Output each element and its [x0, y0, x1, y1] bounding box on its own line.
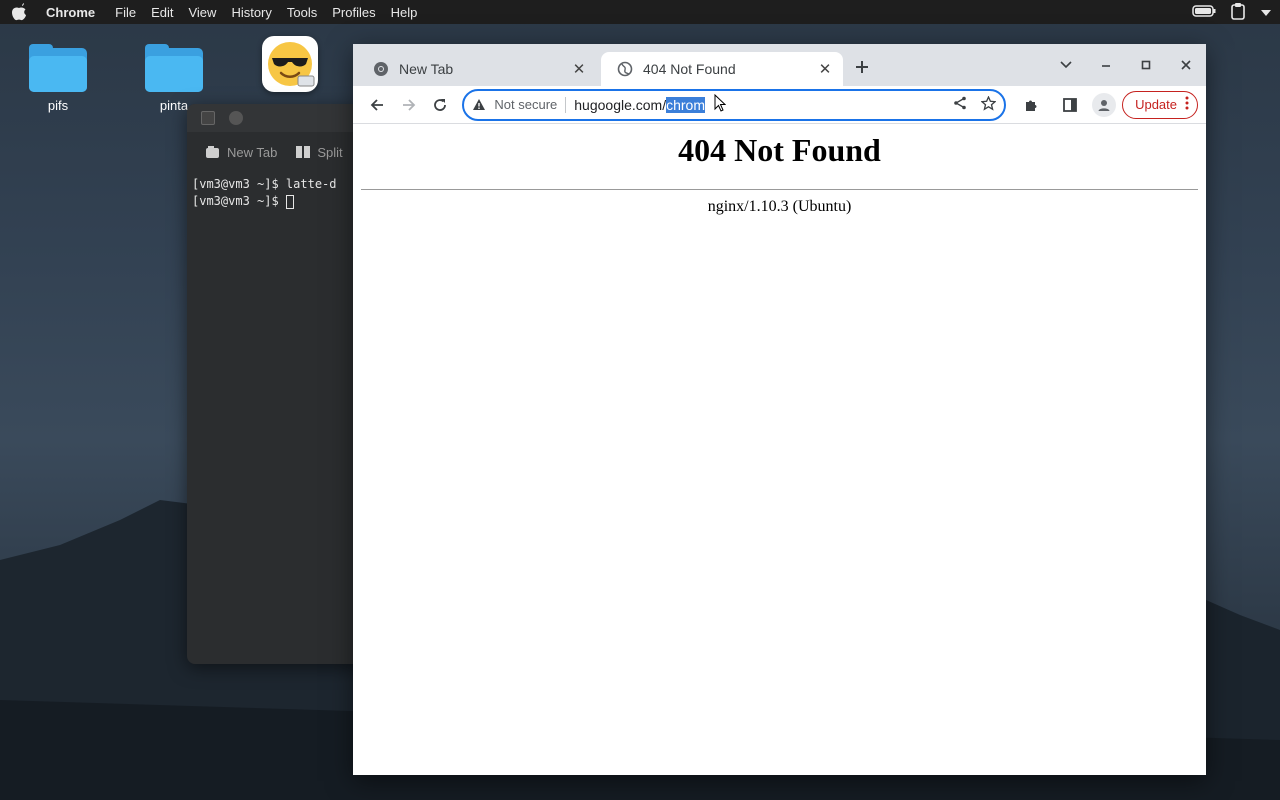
- chrome-window[interactable]: New Tab ✕ 404 Not Found ✕ Not secure hug…: [353, 44, 1206, 775]
- url-plain-text: hugoogle.com/: [574, 96, 667, 113]
- new-tab-plus-icon[interactable]: [851, 56, 873, 78]
- share-icon[interactable]: [953, 96, 967, 114]
- menu-history[interactable]: History: [231, 5, 271, 20]
- folder-icon: [29, 44, 87, 92]
- terminal-split-label: Split: [317, 144, 343, 160]
- terminal-line: [vm3@vm3 ~]$ latte-d: [192, 177, 337, 191]
- omnibox-divider: [565, 96, 567, 113]
- side-panel-icon[interactable]: [1054, 89, 1086, 121]
- tab-close-icon[interactable]: ✕: [567, 57, 591, 81]
- update-label: Update: [1135, 97, 1177, 112]
- battery-icon[interactable]: [1192, 4, 1216, 21]
- page-heading: 404 Not Found: [678, 132, 881, 168]
- warning-icon[interactable]: [472, 98, 486, 111]
- clipboard-icon[interactable]: [1230, 2, 1246, 23]
- browser-toolbar: Not secure hugoogle.com/chrom Update: [353, 86, 1206, 124]
- menu-help[interactable]: Help: [391, 5, 418, 20]
- page-divider: [361, 189, 1198, 190]
- menu-view[interactable]: View: [188, 5, 216, 20]
- minimize-icon[interactable]: [1086, 50, 1126, 80]
- terminal-new-tab-button[interactable]: New Tab: [205, 145, 277, 160]
- menu-profiles[interactable]: Profiles: [332, 5, 375, 20]
- menu-file[interactable]: File: [115, 5, 136, 20]
- tab-strip: New Tab ✕ 404 Not Found ✕: [353, 44, 1206, 86]
- terminal-tabbar: New Tab Split: [187, 132, 367, 172]
- desktop-icon-label: pifs: [47, 98, 69, 113]
- terminal-titlebar: [187, 104, 367, 132]
- emoji-app-icon[interactable]: [262, 36, 318, 92]
- security-status-label[interactable]: Not secure: [494, 97, 557, 112]
- chrome-icon: [374, 62, 388, 76]
- server-signature: nginx/1.10.3 (Ubuntu): [707, 198, 852, 215]
- bookmark-star-icon[interactable]: [980, 94, 997, 114]
- back-arrow-icon[interactable]: [361, 89, 393, 121]
- terminal-split-button[interactable]: Split: [295, 144, 343, 160]
- chevron-down-icon[interactable]: [1260, 5, 1272, 20]
- forward-arrow-icon[interactable]: [393, 89, 425, 121]
- terminal-new-tab-label: New Tab: [227, 144, 278, 160]
- desktop-icon-label: pinta: [159, 98, 189, 113]
- terminal-window[interactable]: New Tab Split [vm3@vm3 ~]$ latte-d [vm3@v…: [187, 104, 367, 664]
- terminal-cursor: [285, 194, 294, 209]
- desktop-folder-pinta[interactable]: pinta: [134, 44, 214, 113]
- profile-avatar-icon[interactable]: [1092, 92, 1117, 117]
- menu-tools[interactable]: Tools: [287, 5, 317, 20]
- globe-icon: [617, 61, 633, 77]
- tab-title: New Tab: [399, 61, 454, 77]
- maximize-icon[interactable]: [1126, 50, 1166, 80]
- page-content: 404 Not Found nginx/1.10.3 (Ubuntu): [353, 124, 1206, 775]
- terminal-output[interactable]: [vm3@vm3 ~]$ latte-d [vm3@vm3 ~]$: [187, 172, 367, 214]
- url-selected-text: chrom: [666, 96, 706, 113]
- mouse-cursor-icon: [714, 94, 726, 112]
- reload-icon[interactable]: [425, 89, 457, 121]
- terminal-menu-icon[interactable]: [201, 111, 215, 125]
- address-bar[interactable]: Not secure hugoogle.com/chrom: [462, 88, 1007, 121]
- top-menubar: Chrome File Edit View History Tools Prof…: [0, 0, 1280, 24]
- split-icon: [296, 146, 311, 158]
- tab-404-not-found[interactable]: 404 Not Found ✕: [601, 52, 843, 86]
- terminal-window-button[interactable]: [229, 111, 243, 125]
- tab-close-icon[interactable]: ✕: [813, 57, 837, 81]
- extensions-puzzle-icon[interactable]: [1016, 89, 1048, 121]
- new-tab-icon: [206, 146, 219, 158]
- update-button[interactable]: Update: [1122, 90, 1198, 119]
- folder-icon: [145, 44, 203, 92]
- tab-title: 404 Not Found: [643, 61, 736, 77]
- tab-new-tab[interactable]: New Tab ✕: [357, 52, 597, 86]
- terminal-line: [vm3@vm3 ~]$: [192, 194, 286, 208]
- apple-menu-icon[interactable]: [10, 3, 28, 21]
- menu-edit[interactable]: Edit: [151, 5, 173, 20]
- url-text[interactable]: hugoogle.com/chrom: [574, 96, 706, 113]
- tab-search-chevron-icon[interactable]: [1046, 50, 1086, 80]
- window-controls: [1046, 50, 1206, 80]
- more-menu-icon[interactable]: [1185, 96, 1189, 113]
- desktop-folder-pifs[interactable]: pifs: [18, 44, 98, 113]
- window-close-icon[interactable]: [1166, 50, 1206, 80]
- app-name-menu[interactable]: Chrome: [46, 5, 95, 20]
